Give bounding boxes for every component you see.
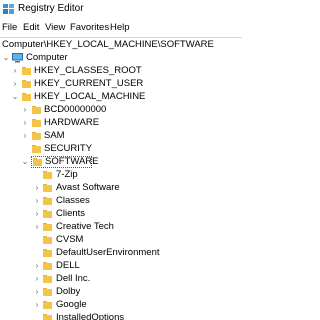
- chevron-right-icon[interactable]: ›: [21, 118, 29, 128]
- chevron-right-icon[interactable]: ›: [33, 196, 41, 206]
- folder-icon: [22, 80, 31, 88]
- folder-open-icon: [33, 158, 42, 166]
- window-title: Registry Editor: [18, 3, 84, 14]
- chevron-right-icon[interactable]: ›: [33, 183, 41, 193]
- chevron-right-icon[interactable]: ›: [33, 222, 41, 232]
- tree-label: HKEY_LOCAL_MACHINE: [34, 91, 146, 102]
- chevron-right-icon[interactable]: ›: [33, 287, 41, 297]
- folder-icon: [22, 93, 31, 101]
- folder-icon: [32, 145, 41, 153]
- folder-icon: [32, 132, 41, 140]
- tree-label: HKEY_CLASSES_ROOT: [34, 65, 142, 76]
- menu-help[interactable]: Help: [110, 22, 130, 33]
- tree-node-7zip[interactable]: 7-Zip: [0, 169, 242, 181]
- address-input[interactable]: [2, 39, 240, 51]
- tree-node-bcd[interactable]: › BCD00000000: [0, 104, 242, 116]
- folder-icon: [43, 288, 52, 296]
- folder-icon: [43, 275, 52, 283]
- folder-icon: [43, 171, 52, 179]
- menu-favorites[interactable]: Favorites: [70, 22, 109, 33]
- tree-node-classes[interactable]: › Classes: [0, 195, 242, 207]
- tree-node-clients[interactable]: › Clients: [0, 208, 242, 220]
- chevron-down-icon[interactable]: ⌄: [21, 157, 29, 167]
- tree-node-computer[interactable]: ⌄ Computer: [0, 52, 242, 64]
- tree-node-cvsm[interactable]: CVSM: [0, 234, 242, 246]
- menu-file[interactable]: File: [2, 22, 17, 33]
- tree-node-hardware[interactable]: › HARDWARE: [0, 117, 242, 129]
- computer-icon: [12, 53, 23, 63]
- tree-node-security[interactable]: SECURITY: [0, 143, 242, 155]
- chevron-right-icon[interactable]: ›: [21, 131, 29, 141]
- tree-label: DELL: [56, 260, 80, 271]
- tree-label: Avast Software: [56, 182, 120, 193]
- tree-label-computer: Computer: [26, 52, 68, 63]
- tree-node-google[interactable]: › Google: [0, 299, 242, 311]
- chevron-right-icon[interactable]: ›: [33, 300, 41, 310]
- registry-editor-icon: [3, 4, 14, 14]
- tree-label: SAM: [44, 130, 65, 141]
- tree-label: Classes: [56, 195, 90, 206]
- tree-label: DefaultUserEnvironment: [56, 247, 160, 258]
- tree-label: Google: [56, 299, 87, 310]
- tree-node-installed-options[interactable]: InstalledOptions: [0, 312, 242, 320]
- tree-label-selected: SOFTWARE: [45, 156, 99, 167]
- folder-icon: [43, 262, 52, 270]
- folder-icon: [43, 301, 52, 309]
- tree-node-software[interactable]: ⌄ SOFTWARE: [0, 156, 242, 168]
- folder-icon: [32, 106, 41, 114]
- folder-icon: [43, 210, 52, 218]
- folder-icon: [43, 197, 52, 205]
- tree-node-dolby[interactable]: › Dolby: [0, 286, 242, 298]
- chevron-right-icon[interactable]: ›: [33, 274, 41, 284]
- chevron-right-icon[interactable]: ›: [33, 261, 41, 271]
- tree-label: Clients: [56, 208, 86, 219]
- registry-tree: ⌄ Computer › HKEY_CLASSES_ROOT › HKEY_CU…: [0, 52, 242, 320]
- menu-bar: File Edit View Favorites Help: [0, 20, 242, 35]
- chevron-down-icon[interactable]: ⌄: [2, 53, 10, 63]
- tree-label: HARDWARE: [44, 117, 100, 128]
- tree-label: HKEY_CURRENT_USER: [34, 78, 144, 89]
- folder-icon: [43, 184, 52, 192]
- tree-node-default-user-environment[interactable]: DefaultUserEnvironment: [0, 247, 242, 259]
- tree-label: Dolby: [56, 286, 81, 297]
- tree-label: Creative Tech: [56, 221, 114, 232]
- folder-icon: [43, 249, 52, 257]
- tree-node-dell-inc[interactable]: › Dell Inc.: [0, 273, 242, 285]
- folder-icon: [43, 223, 52, 231]
- menu-view[interactable]: View: [45, 22, 65, 33]
- chevron-right-icon[interactable]: ›: [21, 105, 29, 115]
- tree-label: BCD00000000: [44, 104, 107, 115]
- folder-icon: [43, 236, 52, 244]
- chevron-right-icon[interactable]: ›: [11, 79, 19, 89]
- address-bar: [0, 37, 242, 53]
- title-bar: Registry Editor: [0, 0, 242, 19]
- tree-node-dell[interactable]: › DELL: [0, 260, 242, 272]
- tree-label: InstalledOptions: [56, 312, 125, 320]
- chevron-down-icon[interactable]: ⌄: [11, 92, 19, 102]
- folder-icon: [43, 314, 52, 320]
- tree-node-hkey-classes-root[interactable]: › HKEY_CLASSES_ROOT: [0, 65, 242, 77]
- tree-node-avast[interactable]: › Avast Software: [0, 182, 242, 194]
- tree-label: 7-Zip: [56, 169, 78, 180]
- tree-node-creative-tech[interactable]: › Creative Tech: [0, 221, 242, 233]
- tree-label: SECURITY: [44, 143, 93, 154]
- tree-label: Dell Inc.: [56, 273, 91, 284]
- chevron-right-icon[interactable]: ›: [33, 209, 41, 219]
- menu-edit[interactable]: Edit: [23, 22, 39, 33]
- tree-node-hkey-local-machine[interactable]: ⌄ HKEY_LOCAL_MACHINE: [0, 91, 242, 103]
- tree-label: CVSM: [56, 234, 84, 245]
- chevron-right-icon[interactable]: ›: [11, 66, 19, 76]
- tree-node-sam[interactable]: › SAM: [0, 130, 242, 142]
- folder-icon: [32, 119, 41, 127]
- folder-icon: [22, 67, 31, 75]
- tree-node-hkey-current-user[interactable]: › HKEY_CURRENT_USER: [0, 78, 242, 90]
